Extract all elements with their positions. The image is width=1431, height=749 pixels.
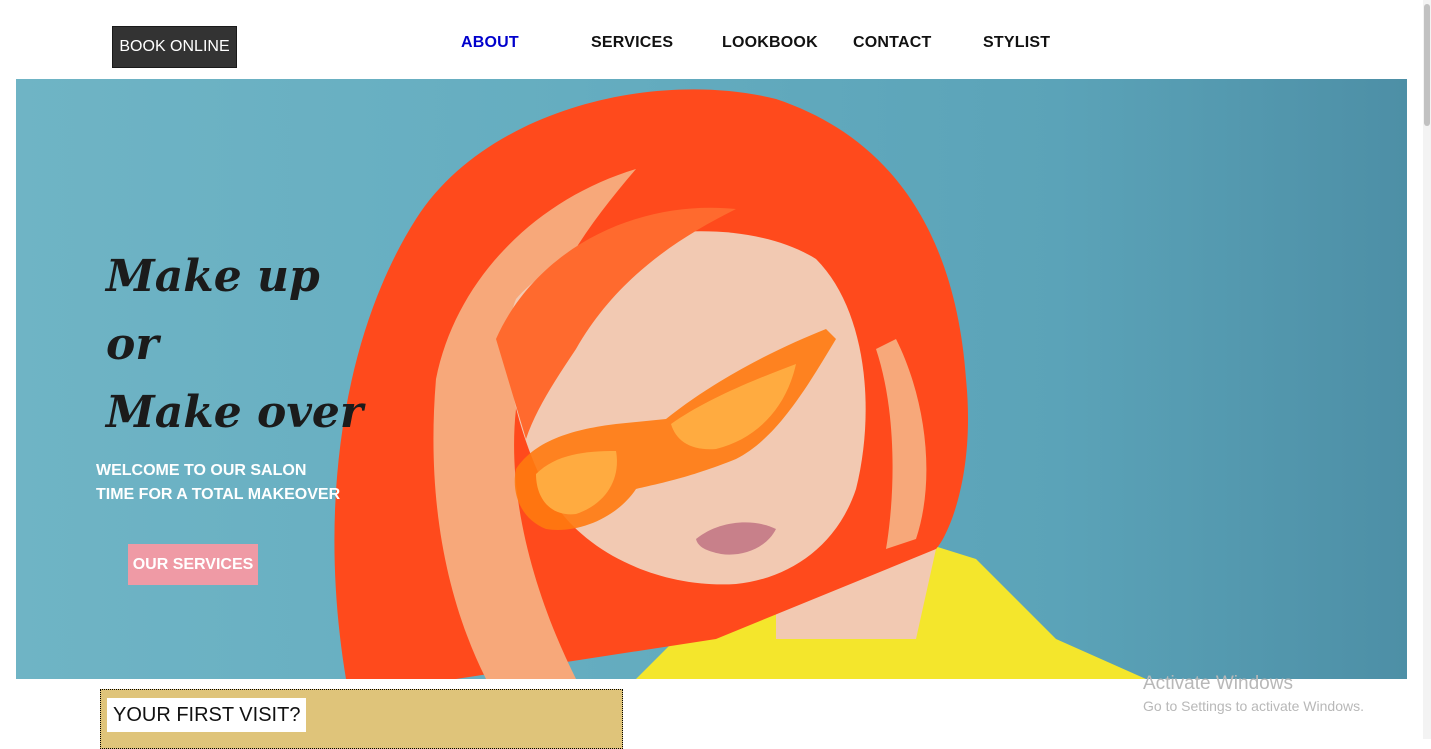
first-visit-heading: YOUR FIRST VISIT? [107,698,307,732]
nav-lookbook[interactable]: LOOKBOOK [722,34,818,52]
activate-windows-watermark: Activate Windows Go to Settings to activ… [1143,672,1364,716]
nav-contact[interactable]: CONTACT [853,34,931,52]
headline-line-3: Make over [106,387,364,438]
scrollbar-thumb[interactable] [1424,4,1430,126]
headline-line-1: Make up [106,251,320,302]
welcome-line-2: TIME FOR A TOTAL MAKEOVER [96,486,341,503]
watermark-title: Activate Windows [1143,673,1293,694]
hero-headline: Make up or Make over [106,243,363,447]
nav-services[interactable]: SERVICES [591,34,673,52]
nav-about[interactable]: ABOUT [461,34,519,52]
our-services-button[interactable]: OUR SERVICES [128,544,258,585]
hero-welcome-text: WELCOME TO OUR SALON TIME FOR A TOTAL MA… [96,459,340,507]
first-visit-section: YOUR FIRST VISIT? [100,689,623,749]
welcome-line-1: WELCOME TO OUR SALON [96,462,307,479]
hero-banner: Make up or Make over WELCOME TO OUR SALO… [16,79,1407,679]
main-nav: ABOUT SERVICES LOOKBOOK CONTACT STYLIST [0,34,1431,54]
watermark-subtitle: Go to Settings to activate Windows. [1143,698,1364,714]
page-scrollbar[interactable] [1423,0,1431,739]
nav-stylist[interactable]: STYLIST [983,34,1050,52]
headline-line-2: or [106,319,159,370]
site-header: BOOK ONLINE ABOUT SERVICES LOOKBOOK CONT… [0,0,1431,79]
